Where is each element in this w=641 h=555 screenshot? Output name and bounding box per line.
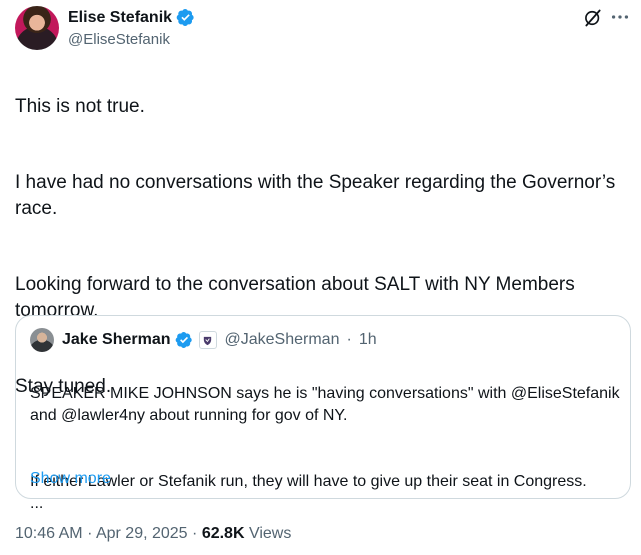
quoted-author-avatar[interactable] [30, 328, 54, 352]
quoted-separator: · [346, 331, 352, 348]
quoted-tweet-text: SPEAKER MIKE JOHNSON says he is "having … [30, 361, 620, 537]
author-display-name[interactable]: Elise Stefanik [68, 9, 172, 27]
views-count: 62.8K [201, 525, 245, 542]
meta-separator: · [87, 525, 93, 542]
quoted-author-handle[interactable]: @JakeSherman [225, 331, 340, 349]
tweet-meta: 10:46 AM · Apr 29, 2025 · 62.8K Views [15, 525, 291, 543]
show-more-link[interactable]: Show more [30, 470, 111, 488]
verified-badge-icon [175, 331, 192, 349]
author-name-row: Elise Stefanik [68, 8, 195, 27]
tweet-paragraph: I have had no conversations with the Spe… [15, 172, 616, 219]
quoted-paragraph: SPEAKER MIKE JOHNSON says he is "having … [30, 385, 620, 424]
grok-icon[interactable] [583, 8, 603, 28]
author-handle[interactable]: @EliseStefanik [68, 31, 170, 48]
quoted-author-display-name[interactable]: Jake Sherman [62, 331, 171, 349]
tweet-paragraph: This is not true. [15, 95, 145, 117]
quoted-tweet[interactable]: Jake Sherman @JakeSherman · 1h SPEAKER M… [15, 315, 631, 512]
tweet-time[interactable]: 10:46 AM [15, 525, 83, 542]
tweet-header: Elise Stefanik @EliseStefanik [15, 6, 631, 54]
more-options-icon[interactable] [609, 6, 631, 28]
quoted-paragraph: If either Lawler or Stefanik run, they w… [30, 473, 587, 512]
author-avatar[interactable] [15, 6, 59, 50]
meta-separator: · [192, 525, 198, 542]
tweet-date[interactable]: Apr 29, 2025 [96, 525, 188, 542]
affiliation-badge-icon[interactable] [198, 331, 217, 349]
quoted-tweet-header: Jake Sherman @JakeSherman · 1h [30, 328, 377, 352]
quoted-timestamp[interactable]: 1h [359, 331, 377, 349]
verified-badge-icon [176, 9, 194, 26]
views-label: Views [248, 525, 292, 542]
